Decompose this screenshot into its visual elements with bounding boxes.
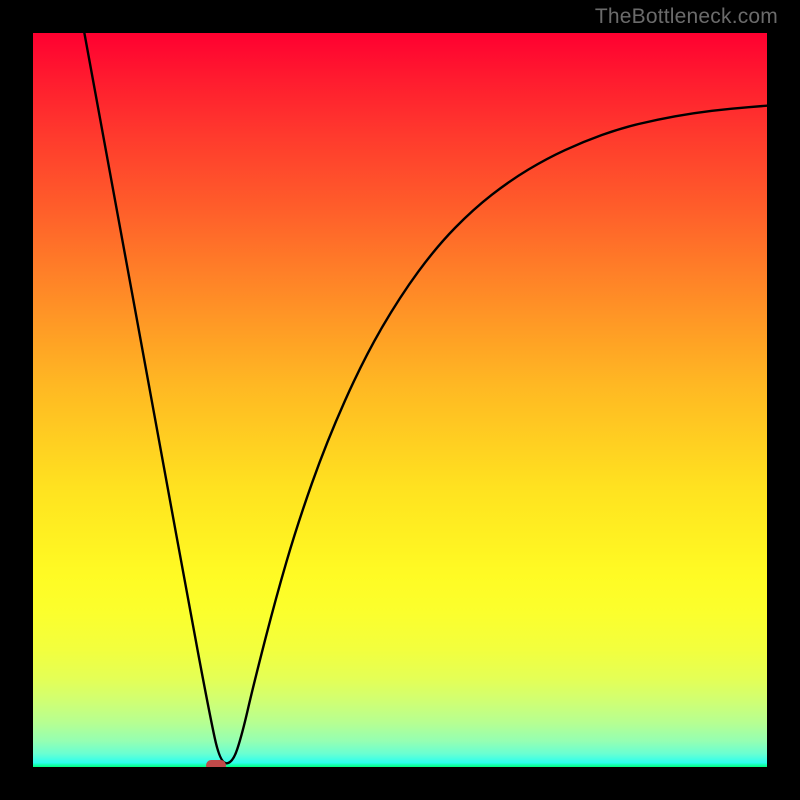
- bottleneck-curve-svg: [33, 33, 767, 767]
- watermark-text: TheBottleneck.com: [595, 5, 778, 29]
- minimum-marker: [206, 760, 226, 767]
- outer-frame: TheBottleneck.com: [0, 0, 800, 800]
- bottleneck-curve-path: [84, 33, 767, 763]
- chart-plot-area: [33, 33, 767, 767]
